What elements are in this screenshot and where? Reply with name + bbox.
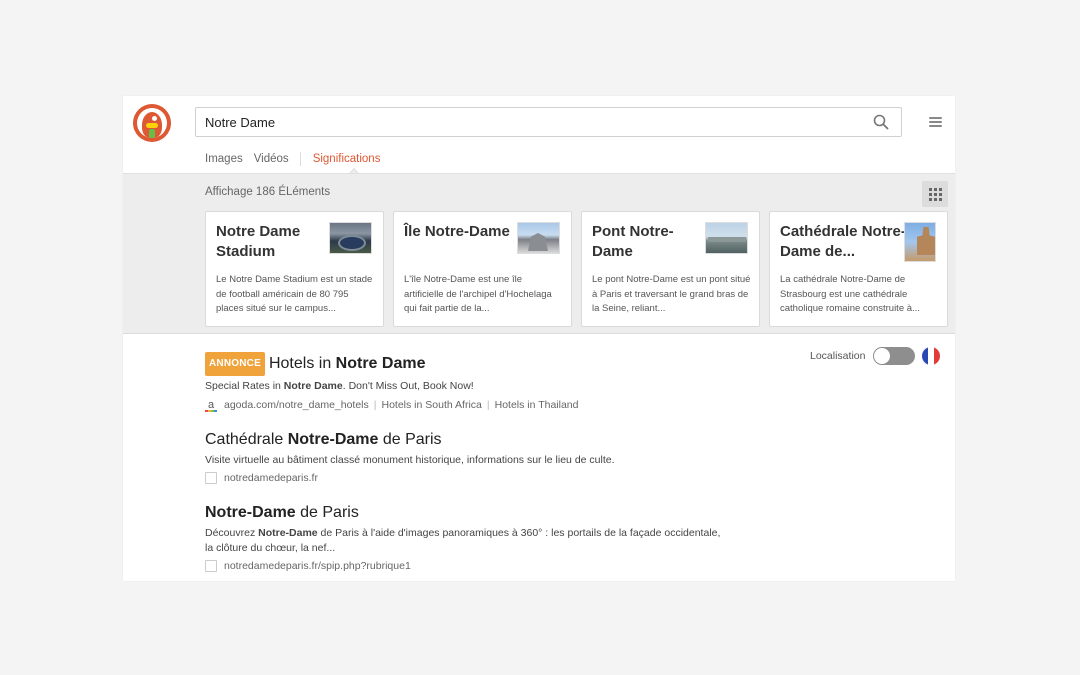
result-url[interactable]: notredamedeparis.fr/spip.php?rubrique1 xyxy=(224,560,411,572)
meaning-card[interactable]: Notre Dame Stadium Le Notre Dame Stadium… xyxy=(205,211,384,327)
result-title-text[interactable]: Hotels in xyxy=(269,355,336,372)
result-url-row: notredamedeparis.fr xyxy=(205,472,725,484)
card-description: La cathédrale Notre-Dame de Strasbourg e… xyxy=(780,274,920,314)
ad-result: ANNONCE Hotels in Notre Dame Special Rate… xyxy=(205,352,725,412)
card-title: Cathédrale Notre-Dame de... xyxy=(780,223,906,260)
agoda-favicon-icon: a xyxy=(205,399,217,412)
result-title-bold[interactable]: Notre Dame xyxy=(336,355,426,372)
search-input[interactable] xyxy=(205,108,845,136)
favicon-icon xyxy=(205,472,217,484)
tab-images[interactable]: Images xyxy=(205,153,243,165)
favicon-icon xyxy=(205,560,217,572)
cathedral-thumbnail xyxy=(904,222,936,262)
hamburger-menu-icon[interactable] xyxy=(929,117,942,127)
browser-page: Images Vidéos Significations Affichage 1… xyxy=(123,96,955,581)
search-tabs: Images Vidéos Significations xyxy=(205,150,391,168)
result-url-row: a agoda.com/notre_dame_hotels | Hotels i… xyxy=(205,399,725,412)
card-title: Île Notre-Dame xyxy=(404,223,510,240)
organic-result: Cathédrale Notre-Dame de Paris Visite vi… xyxy=(205,430,725,484)
search-results: ANNONCE Hotels in Notre Dame Special Rate… xyxy=(205,352,725,591)
meaning-card[interactable]: Île Notre-Dame L'île Notre-Dame est une … xyxy=(393,211,572,327)
tab-significations[interactable]: Significations xyxy=(313,153,381,165)
card-description: Le pont Notre-Dame est un pont situé à P… xyxy=(592,274,751,314)
result-url-row: notredamedeparis.fr/spip.php?rubrique1 xyxy=(205,560,725,572)
grid-view-icon[interactable] xyxy=(922,181,948,207)
stadium-thumbnail xyxy=(329,222,372,254)
organic-result: Notre-Dame de Paris Découvrez Notre-Dame… xyxy=(205,503,725,572)
bridge-thumbnail xyxy=(705,222,748,254)
sitelink-south-africa[interactable]: Hotels in South Africa xyxy=(382,399,482,411)
ad-badge: ANNONCE xyxy=(205,352,265,376)
sitelink-thailand[interactable]: Hotels in Thailand xyxy=(495,399,579,411)
meaning-cards: Notre Dame Stadium Le Notre Dame Stadium… xyxy=(205,211,948,327)
result-snippet: Visite virtuelle au bâtiment classé monu… xyxy=(205,453,615,466)
localisation-toggle[interactable] xyxy=(873,347,916,365)
result-title[interactable]: Cathédrale Notre-Dame de Paris xyxy=(205,430,725,450)
meanings-module: Affichage 186 ÉLéments Notre Dame Stadiu… xyxy=(123,173,955,334)
france-flag-icon[interactable] xyxy=(922,347,941,365)
localisation-label: Localisation xyxy=(810,350,866,362)
search-icon[interactable] xyxy=(873,114,889,130)
result-snippet: Special Rates in Notre Dame. Don't Miss … xyxy=(205,380,474,392)
tab-divider xyxy=(299,152,301,166)
island-thumbnail xyxy=(517,222,560,254)
localisation-control: Localisation xyxy=(810,347,941,365)
duckduckgo-logo-icon[interactable] xyxy=(133,104,171,142)
tab-videos[interactable]: Vidéos xyxy=(254,153,289,165)
search-box[interactable] xyxy=(195,107,902,137)
meaning-card[interactable]: Cathédrale Notre-Dame de... La cathédral… xyxy=(769,211,948,327)
card-title: Pont Notre-Dame xyxy=(592,223,674,260)
result-snippet: Découvrez Notre-Dame de Paris à l'aide d… xyxy=(205,527,721,554)
meaning-card[interactable]: Pont Notre-Dame Le pont Notre-Dame est u… xyxy=(581,211,760,327)
result-title[interactable]: Notre-Dame de Paris xyxy=(205,503,725,523)
result-url[interactable]: agoda.com/notre_dame_hotels xyxy=(224,399,369,411)
results-count: Affichage 186 ÉLéments xyxy=(205,186,331,198)
result-title[interactable]: ANNONCE Hotels in Notre Dame xyxy=(205,352,725,376)
card-description: Le Notre Dame Stadium est un stade de fo… xyxy=(216,274,373,314)
card-description: L'île Notre-Dame est une île artificiell… xyxy=(404,274,552,314)
card-title: Notre Dame Stadium xyxy=(216,223,301,260)
result-url[interactable]: notredamedeparis.fr xyxy=(224,472,318,484)
